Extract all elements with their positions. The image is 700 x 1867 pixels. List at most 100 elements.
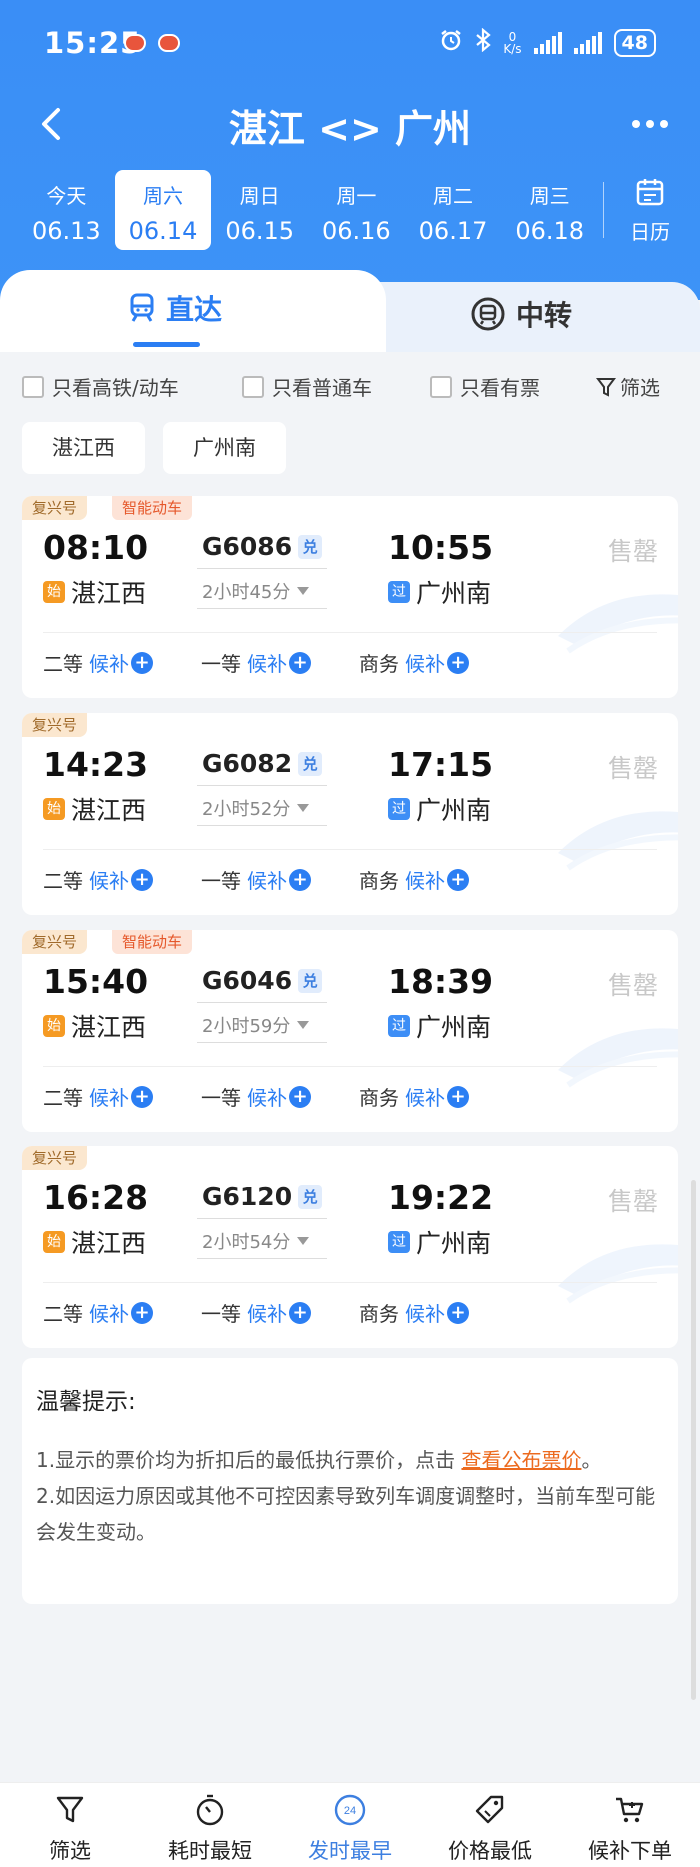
divider (197, 825, 327, 826)
start-badge: 始 (43, 1231, 65, 1253)
published-price-link[interactable]: 查看公布票价 (461, 1448, 581, 1472)
filter-button[interactable]: 筛选 (596, 372, 660, 401)
plus-icon: + (289, 868, 311, 891)
date-item[interactable]: 今天 06.13 (18, 170, 115, 250)
tag-smart-emu: 智能动车 (112, 496, 193, 520)
tips-title: 温馨提示: (36, 1389, 136, 1415)
cart-plus-icon (616, 1797, 644, 1823)
plus-icon: + (131, 651, 153, 674)
funnel-icon (596, 377, 616, 397)
svg-text:24: 24 (344, 1805, 356, 1817)
checkbox-icon (242, 375, 264, 398)
date-item[interactable]: 周一 06.16 (308, 170, 405, 250)
train-number: G6120 兑 (202, 1182, 323, 1211)
tag-fuxing: 复兴号 (22, 496, 88, 520)
notification-icon (158, 34, 180, 52)
waitlist-order-button[interactable]: 候补下单 (560, 1783, 700, 1867)
plus-icon: + (447, 868, 469, 891)
departure-time: 08:10 (43, 528, 149, 567)
seat-second-class[interactable]: 二等 候补 + (43, 648, 201, 677)
seat-row: 二等 候补 + 一等 候补 + 商务 候补 + (43, 865, 517, 894)
more-dots-icon (632, 120, 668, 128)
seat-first-class[interactable]: 一等 候补 + (201, 1082, 359, 1111)
plus-icon: + (289, 651, 311, 674)
date-selector: 今天 06.13 周六 06.14 周日 06.15 周一 06.16 周二 06.17 … (18, 170, 598, 252)
more-button[interactable] (628, 104, 672, 144)
divider (197, 1218, 327, 1219)
pass-badge: 过 (388, 1015, 410, 1037)
sort-earliest-button[interactable]: 24 发时最早 (280, 1783, 420, 1867)
divider (43, 1282, 657, 1283)
arrival-station: 过广州南 (388, 574, 491, 610)
train-number: G6086 兑 (202, 532, 323, 561)
sort-lowest-price-button[interactable]: 价格最低 (420, 1783, 560, 1867)
filter-high-speed-checkbox[interactable]: 只看高铁/动车 (22, 372, 179, 401)
seat-row: 二等 候补 + 一等 候补 + 商务 候补 + (43, 1298, 517, 1327)
checkbox-icon (22, 375, 44, 398)
divider (43, 1066, 657, 1067)
duration: 2小时54分 (202, 1228, 310, 1254)
departure-time: 14:23 (43, 745, 149, 784)
arrival-station: 过广州南 (388, 1008, 491, 1044)
train-card[interactable]: 复兴号 14:23 始湛江西 G6082 兑 2小时52分 17:15 过广州南 … (22, 713, 678, 915)
calendar-button[interactable]: 日历 (622, 176, 678, 245)
signal-icon (573, 31, 602, 54)
caret-down-icon (297, 1237, 310, 1245)
seat-second-class[interactable]: 二等 候补 + (43, 1298, 201, 1327)
caret-down-icon (297, 1021, 310, 1029)
seat-business-class[interactable]: 商务 候补 + (359, 1082, 517, 1111)
exchange-badge: 兑 (298, 534, 323, 559)
tab-transfer[interactable]: 中转 (470, 294, 572, 334)
seat-second-class[interactable]: 二等 候补 + (43, 865, 201, 894)
start-badge: 始 (43, 798, 65, 820)
train-watermark-icon (558, 1244, 678, 1304)
train-card[interactable]: 复兴号 智能动车 15:40 始湛江西 G6046 兑 2小时59分 18:39 … (22, 930, 678, 1132)
status-indicators: 0 K/s 48 (439, 27, 656, 57)
station-chip-to[interactable]: 广州南 (163, 422, 286, 474)
date-item[interactable]: 周日 06.15 (211, 170, 308, 250)
train-card[interactable]: 复兴号 16:28 始湛江西 G6120 兑 2小时54分 19:22 过广州南 … (22, 1146, 678, 1348)
date-item[interactable]: 周二 06.17 (405, 170, 502, 250)
train-card[interactable]: 复兴号 智能动车 08:10 始湛江西 G6086 兑 2小时45分 10:55 … (22, 496, 678, 698)
arrival-time: 18:39 (388, 962, 494, 1001)
tips-line-1: 1.显示的票价均为折扣后的最低执行票价，点击 查看公布票价。 (36, 1448, 602, 1472)
plus-icon: + (131, 1301, 153, 1324)
train-number: G6082 兑 (202, 749, 323, 778)
sort-shortest-button[interactable]: 耗时最短 (140, 1783, 280, 1867)
tag-fuxing: 复兴号 (22, 930, 88, 954)
exchange-badge: 兑 (298, 751, 323, 776)
station-chip-from[interactable]: 湛江西 (22, 422, 145, 474)
sold-out-status: 售罄 (607, 971, 658, 1000)
tab-indicator (133, 342, 200, 347)
divider (603, 182, 604, 238)
seat-business-class[interactable]: 商务 候补 + (359, 648, 517, 677)
signal-icon (533, 31, 562, 54)
sort-filter-button[interactable]: 筛选 (0, 1783, 140, 1867)
exchange-badge: 兑 (298, 968, 323, 993)
seat-first-class[interactable]: 一等 候补 + (201, 1298, 359, 1327)
route-tabs: 直达 中转 (0, 270, 700, 352)
seat-business-class[interactable]: 商务 候补 + (359, 865, 517, 894)
sold-out-status: 售罄 (607, 754, 658, 783)
date-item-selected[interactable]: 周六 06.14 (114, 170, 212, 250)
status-bar: 15:25 0 K/s 48 (0, 0, 700, 80)
seat-first-class[interactable]: 一等 候补 + (201, 865, 359, 894)
divider (197, 1258, 327, 1259)
pass-badge: 过 (388, 581, 410, 603)
seat-business-class[interactable]: 商务 候补 + (359, 1298, 517, 1327)
filter-normal-checkbox[interactable]: 只看普通车 (242, 372, 372, 401)
nav-bar: 湛江 <> 广州 (0, 90, 700, 160)
seat-row: 二等 候补 + 一等 候补 + 商务 候补 + (43, 648, 517, 677)
tab-direct[interactable]: 直达 (128, 288, 222, 328)
seat-first-class[interactable]: 一等 候补 + (201, 648, 359, 677)
seat-second-class[interactable]: 二等 候补 + (43, 1082, 201, 1111)
scrollbar[interactable] (691, 1180, 696, 1700)
pass-badge: 过 (388, 798, 410, 820)
date-item[interactable]: 周三 06.18 (501, 170, 598, 250)
transfer-train-icon (471, 297, 505, 331)
alarm-icon (439, 28, 463, 57)
divider (197, 1002, 327, 1003)
plus-icon: + (447, 1085, 469, 1108)
filter-available-checkbox[interactable]: 只看有票 (430, 372, 540, 401)
departure-station: 始湛江西 (43, 791, 146, 827)
